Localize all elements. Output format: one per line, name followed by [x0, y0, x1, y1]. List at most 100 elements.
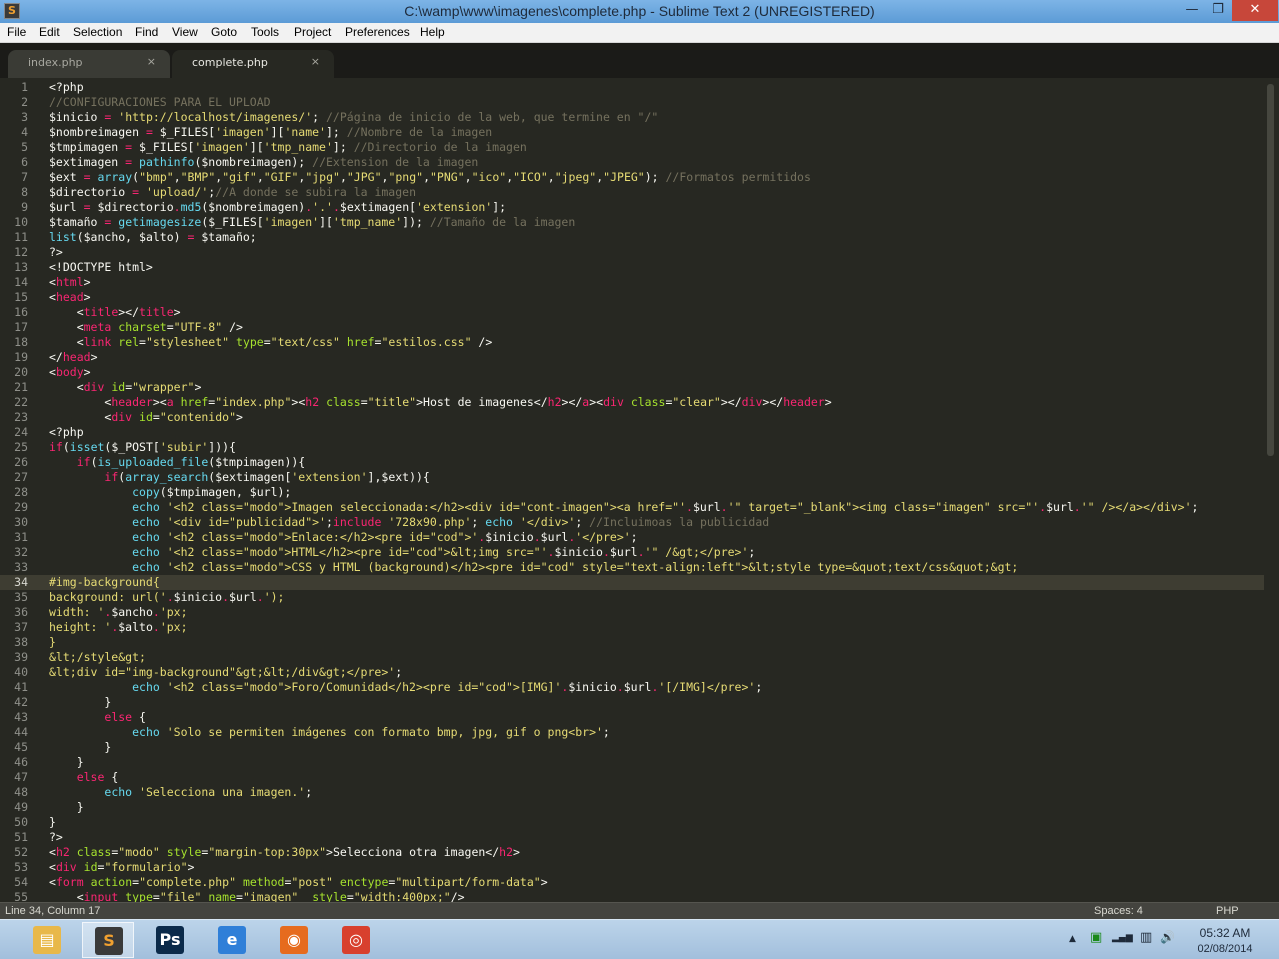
code-line[interactable]: list($ancho, $alto) = $tamaño; [49, 230, 257, 245]
indentation-setting[interactable]: Spaces: 4 [1094, 905, 1143, 917]
code-line[interactable]: echo '<h2 class="modo">Foro/Comunidad</h… [49, 680, 762, 695]
code-line[interactable]: <head> [49, 290, 91, 305]
code-token: style [312, 890, 347, 902]
code-token: &lt;div id="img-background"&gt;&lt;/div&… [49, 665, 396, 679]
code-line[interactable]: <html> [49, 275, 91, 290]
code-line[interactable]: $extimagen = pathinfo($nombreimagen); //… [49, 155, 478, 170]
network-signal-icon[interactable]: ▂▄▆ [1112, 933, 1133, 943]
menu-tools[interactable]: Tools [251, 25, 279, 39]
code-line[interactable]: height: '.$alto.'px; [49, 620, 188, 635]
syntax-mode[interactable]: PHP [1216, 905, 1239, 917]
code-line[interactable]: $url = $directorio.md5($nombreimagen).'.… [49, 200, 506, 215]
code-line[interactable]: if(is_uploaded_file($tmpimagen)){ [49, 455, 306, 470]
menu-project[interactable]: Project [294, 25, 331, 39]
code-line[interactable]: $inicio = 'http://localhost/imagenes/'; … [49, 110, 658, 125]
maximize-button[interactable]: ❐ [1204, 0, 1232, 21]
clock-time[interactable]: 05:32 AM [1186, 926, 1264, 940]
code-token: //Nombre de la imagen [346, 125, 493, 139]
code-line[interactable]: if(array_search($extimagen['extension'],… [49, 470, 429, 485]
volume-icon[interactable]: 🔊 [1160, 930, 1175, 944]
code-line[interactable]: } [49, 815, 56, 830]
clock-date[interactable]: 02/08/2014 [1186, 943, 1264, 955]
code-line[interactable]: &lt;div id="img-background"&gt;&lt;/div&… [49, 665, 402, 680]
code-token: "wrapper" [132, 380, 195, 394]
taskbar-internet-explorer[interactable]: e [206, 922, 258, 958]
line-number: 42 [14, 695, 28, 709]
code-line[interactable]: echo '<h2 class="modo">Imagen selecciona… [49, 500, 1198, 515]
code-line[interactable]: <title></title> [49, 305, 181, 320]
code-token: "contenido" [159, 410, 236, 424]
tab-index-php[interactable]: index.php × [8, 50, 170, 78]
menu-selection[interactable]: Selection [73, 25, 122, 39]
code-line[interactable]: else { [49, 710, 146, 725]
code-line[interactable]: echo '<div id="publicidad">';include '72… [49, 515, 769, 530]
menu-edit[interactable]: Edit [39, 25, 60, 39]
line-number: 30 [14, 515, 28, 529]
code-editor[interactable]: 1 2 3 4 5 6 7 8 9 10 11 12 13 14 15 16 17 18 19 20 21 22 23 24 2… [0, 78, 1279, 902]
code-line[interactable]: $nombreimagen = $_FILES['imagen']['name'… [49, 125, 492, 140]
code-line[interactable]: } [49, 740, 111, 755]
code-line[interactable]: echo '<h2 class="modo">CSS y HTML (backg… [49, 560, 1018, 575]
title-bar[interactable]: S C:\wamp\www\imagenes\complete.php - Su… [0, 0, 1279, 23]
code-line[interactable]: width: '.$ancho.'px; [49, 605, 188, 620]
code-line[interactable]: <link rel="stylesheet" type="text/css" h… [49, 335, 493, 350]
code-line[interactable]: //CONFIGURACIONES PARA EL UPLOAD [49, 95, 271, 110]
code-line[interactable]: echo '<h2 class="modo">Enlace:</h2><pre … [49, 530, 638, 545]
code-line[interactable]: <!DOCTYPE html> [49, 260, 153, 275]
code-line[interactable]: $ext = array("bmp","BMP","gif","GIF","jp… [49, 170, 811, 185]
code-line[interactable]: <input type="file" name="imagen" style="… [49, 890, 465, 902]
code-token: "PNG" [430, 170, 465, 184]
code-line[interactable]: } [49, 635, 56, 650]
code-line[interactable]: <div id="wrapper"> [49, 380, 202, 395]
menu-find[interactable]: Find [135, 25, 158, 39]
taskbar-file-explorer[interactable]: ▤ [21, 922, 73, 958]
vertical-scrollbar[interactable] [1267, 84, 1274, 456]
code-line[interactable]: <div id="formulario"> [49, 860, 194, 875]
code-area[interactable]: <?php//CONFIGURACIONES PARA EL UPLOAD $in… [49, 78, 1264, 902]
code-line[interactable]: #img-background{ [49, 575, 160, 590]
code-token: href [180, 395, 209, 409]
code-line[interactable]: <header><a href="index.php"><h2 class="t… [49, 395, 831, 410]
code-line[interactable]: </head> [49, 350, 98, 365]
code-line[interactable]: ?> [49, 245, 63, 260]
code-line[interactable]: <div id="contenido"> [49, 410, 243, 425]
code-line[interactable]: $tamaño = getimagesize($_FILES['imagen']… [49, 215, 575, 230]
code-line[interactable]: &lt;/style&gt; [49, 650, 146, 665]
code-line[interactable]: echo 'Selecciona una imagen.'; [49, 785, 312, 800]
code-line[interactable]: echo '<h2 class="modo">HTML</h2><pre id=… [49, 545, 755, 560]
code-line[interactable]: <h2 class="modo" style="margin-top:30px"… [49, 845, 520, 860]
code-line[interactable]: background: url('.$inicio.$url.'); [49, 590, 284, 605]
minimize-button[interactable]: — [1178, 0, 1206, 21]
code-line[interactable]: <?php [49, 425, 84, 440]
taskbar-sublime-text[interactable]: S [82, 922, 134, 958]
code-line[interactable]: else { [49, 770, 119, 785]
code-line[interactable]: $tmpimagen = $_FILES['imagen']['tmp_name… [49, 140, 527, 155]
taskbar-photoshop[interactable]: Ps [144, 922, 196, 958]
code-line[interactable]: <?php [49, 80, 84, 95]
taskbar-chrome[interactable]: ◎ [330, 922, 382, 958]
tab-close-icon[interactable]: × [147, 55, 156, 68]
menu-file[interactable]: File [7, 25, 26, 39]
code-line[interactable]: copy($tmpimagen, $url); [49, 485, 291, 500]
code-line[interactable]: <body> [49, 365, 91, 380]
menu-goto[interactable]: Goto [211, 25, 237, 39]
taskbar-firefox[interactable]: ◉ [268, 922, 320, 958]
show-hidden-icons-icon[interactable]: ▲ [1069, 934, 1076, 944]
code-line[interactable]: $directorio = 'upload/';//A donde se sub… [49, 185, 416, 200]
code-line[interactable]: echo 'Solo se permiten imágenes con form… [49, 725, 610, 740]
tab-complete-php[interactable]: complete.php × [172, 50, 334, 78]
menu-preferences[interactable]: Preferences [345, 25, 410, 39]
code-line[interactable]: } [49, 695, 111, 710]
code-line[interactable]: <form action="complete.php" method="post… [49, 875, 548, 890]
wamp-server-icon[interactable]: ▣ [1090, 930, 1102, 945]
code-line[interactable]: } [49, 800, 84, 815]
battery-icon[interactable]: ▥ [1140, 930, 1152, 945]
menu-view[interactable]: View [172, 25, 198, 39]
close-button[interactable]: ✕ [1232, 0, 1278, 21]
code-line[interactable]: } [49, 755, 84, 770]
code-line[interactable]: ?> [49, 830, 63, 845]
menu-help[interactable]: Help [420, 25, 445, 39]
tab-close-icon[interactable]: × [311, 55, 320, 68]
code-line[interactable]: <meta charset="UTF-8" /> [49, 320, 243, 335]
code-line[interactable]: if(isset($_POST['subir'])){ [49, 440, 236, 455]
